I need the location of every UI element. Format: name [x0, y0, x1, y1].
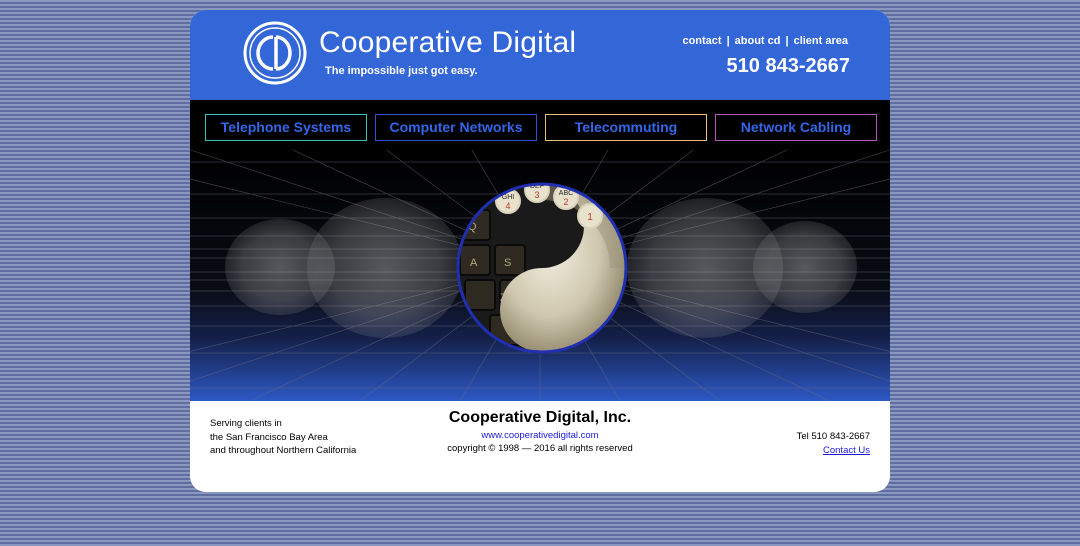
cd-logo-icon[interactable]	[243, 21, 307, 85]
nav-telecommuting[interactable]: Telecommuting	[545, 114, 707, 141]
dial-label-ghi: GHI	[502, 194, 515, 201]
tagline: The impossible just got easy.	[325, 65, 478, 77]
site-header: Cooperative Digital The impossible just …	[190, 10, 890, 100]
dial-label-abc: ABC	[559, 190, 573, 197]
service-area-line: Serving clients in	[210, 418, 282, 429]
header-phone: 510 843-2667	[726, 55, 850, 77]
key-s-label: S	[504, 257, 511, 269]
dial-number-4: 4	[505, 201, 510, 211]
contact-link[interactable]: contact	[682, 35, 721, 47]
footer-copyright: copyright © 1998 — 2016 all rights reser…	[447, 443, 633, 454]
page-card: Cooperative Digital The impossible just …	[190, 10, 890, 492]
service-area-line: the San Francisco Bay Area	[210, 431, 328, 443]
hero-graphic: Q A S Z C GHI D	[190, 150, 890, 401]
nav-network-cabling[interactable]: Network Cabling	[715, 114, 877, 141]
about-cd-link[interactable]: about cd	[735, 35, 781, 47]
footer-contact-link[interactable]: Contact Us	[823, 445, 870, 456]
site-footer: Serving clients in the San Francisco Bay…	[190, 401, 890, 492]
key-a-label: A	[470, 257, 478, 269]
service-area-text: Serving clients in the San Francisco Bay…	[210, 417, 356, 458]
service-nav: Telephone Systems Computer Networks Tele…	[190, 100, 890, 150]
top-links: contact | about cd | client area	[682, 35, 848, 47]
nav-computer-networks[interactable]: Computer Networks	[375, 114, 537, 141]
link-separator: |	[726, 35, 730, 47]
footer-contact: Tel 510 843-2667 Contact Us	[797, 430, 870, 457]
link-separator: |	[785, 35, 789, 47]
dial-number-1: 1	[587, 212, 593, 223]
service-area-line: and throughout Northern California	[210, 445, 357, 456]
nav-telephone-systems[interactable]: Telephone Systems	[205, 114, 367, 141]
client-area-link[interactable]: client area	[794, 35, 848, 47]
dial-number-2: 2	[563, 197, 568, 207]
footer-tel: Tel 510 843-2667	[796, 431, 870, 442]
footer-center: Cooperative Digital, Inc. www.cooperativ…	[390, 409, 690, 454]
footer-company-name: Cooperative Digital, Inc.	[448, 409, 632, 426]
dial-number-3: 3	[534, 190, 539, 200]
brand-name[interactable]: Cooperative Digital	[319, 26, 576, 60]
footer-website-link[interactable]: www.cooperativedigital.com	[390, 430, 690, 441]
hero-banner: Q A S Z C GHI D	[190, 150, 890, 401]
